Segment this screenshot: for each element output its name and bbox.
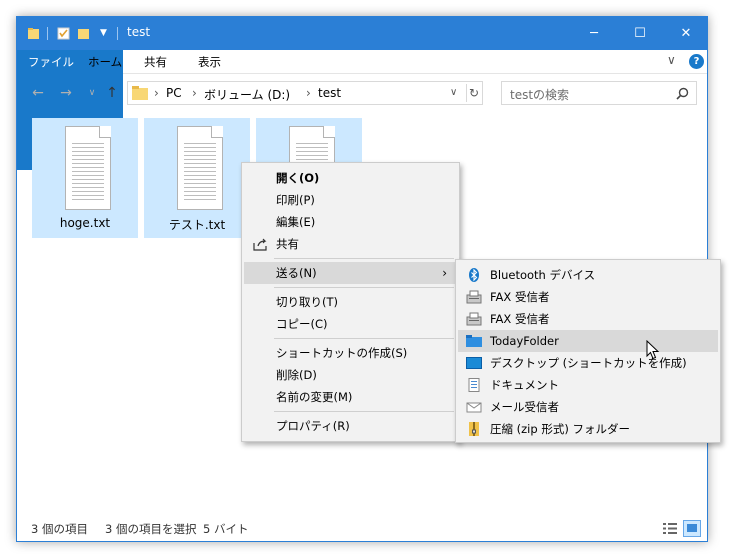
title-bar: ▼ test ─ ☐ ✕ xyxy=(17,17,707,50)
tab-share[interactable]: 共有 xyxy=(133,50,178,74)
properties-icon[interactable] xyxy=(57,27,70,40)
address-bar[interactable]: › PC › ボリューム (D:) › test ∨ ↻ xyxy=(127,81,483,105)
documents-icon xyxy=(468,378,480,392)
details-view-icon[interactable] xyxy=(662,521,678,536)
ribbon-expand-icon[interactable]: ∨ xyxy=(667,53,676,67)
bluetooth-icon xyxy=(469,268,479,282)
selection-count: 3 個の項目を選択 xyxy=(105,522,197,536)
selection-size: 5 バイト xyxy=(203,522,249,536)
window-title: test xyxy=(127,25,151,39)
send-to-submenu: Bluetooth デバイス FAX 受信者 FAX 受信者 TodayFold… xyxy=(455,259,721,443)
recent-chevron-icon[interactable]: ∨ xyxy=(83,83,101,103)
fax-icon xyxy=(466,312,482,326)
search-placeholder: testの検索 xyxy=(510,88,570,102)
context-menu: 開く(O) 印刷(P) 編集(E) 共有 送る(N) › 切り取り(T) コピー… xyxy=(241,162,460,442)
file-item[interactable]: hoge.txt xyxy=(32,118,138,238)
submenu-item-fax[interactable]: FAX 受信者 xyxy=(458,286,718,308)
tab-view[interactable]: 表示 xyxy=(187,50,232,74)
large-icons-view-icon[interactable] xyxy=(683,520,701,537)
search-icon[interactable] xyxy=(676,87,689,100)
up-arrow-icon[interactable]: ↑ xyxy=(103,83,121,103)
submenu-item-desktop[interactable]: デスクトップ (ショートカットを作成) xyxy=(458,352,718,374)
submenu-item-zip[interactable]: 圧縮 (zip 形式) フォルダー xyxy=(458,418,718,440)
mail-icon xyxy=(466,402,482,413)
help-icon[interactable]: ? xyxy=(689,54,704,69)
folder-icon xyxy=(466,335,482,347)
file-name: hoge.txt xyxy=(59,216,111,230)
submenu-item-bluetooth[interactable]: Bluetooth デバイス xyxy=(458,264,718,286)
submenu-item-fax[interactable]: FAX 受信者 xyxy=(458,308,718,330)
folder-icon[interactable] xyxy=(27,27,40,40)
text-file-icon xyxy=(65,126,111,210)
menu-item-copy[interactable]: コピー(C) xyxy=(244,313,457,335)
menu-separator xyxy=(274,287,454,288)
menu-item-delete[interactable]: 削除(D) xyxy=(244,364,457,386)
breadcrumb-separator[interactable]: › xyxy=(154,86,159,100)
submenu-item-documents[interactable]: ドキュメント xyxy=(458,374,718,396)
address-dropdown-icon[interactable]: ∨ xyxy=(450,87,457,98)
menu-item-print[interactable]: 印刷(P) xyxy=(244,189,457,211)
status-bar: 3 個の項目 3 個の項目を選択 5 バイト xyxy=(17,517,707,541)
separator xyxy=(47,27,48,40)
forward-arrow-icon[interactable]: → xyxy=(57,83,75,103)
minimize-button[interactable]: ─ xyxy=(571,17,617,50)
back-arrow-icon[interactable]: ← xyxy=(29,83,47,103)
submenu-arrow-icon: › xyxy=(442,266,447,280)
maximize-button[interactable]: ☐ xyxy=(617,17,663,50)
tab-home[interactable]: ホーム xyxy=(77,50,133,74)
menu-item-share[interactable]: 共有 xyxy=(244,233,457,255)
separator xyxy=(117,27,118,40)
menu-separator xyxy=(274,338,454,339)
breadcrumb-test[interactable]: test xyxy=(318,86,341,100)
ribbon-tabs: ファイル ホーム 共有 表示 ∨ ? xyxy=(17,50,707,170)
new-folder-icon[interactable] xyxy=(77,27,90,40)
breadcrumb-separator[interactable]: › xyxy=(306,86,311,100)
submenu-item-mail[interactable]: メール受信者 xyxy=(458,396,718,418)
menu-item-open[interactable]: 開く(O) xyxy=(244,167,457,189)
desktop-icon xyxy=(466,357,482,369)
file-name: テスト.txt xyxy=(168,218,226,232)
menu-item-create-shortcut[interactable]: ショートカットの作成(S) xyxy=(244,342,457,364)
menu-separator xyxy=(274,258,454,259)
text-file-icon xyxy=(177,126,223,210)
close-button[interactable]: ✕ xyxy=(663,17,707,50)
navigation-bar: ← → ∨ ↑ › PC › ボリューム (D:) › test ∨ ↻ tes… xyxy=(17,75,707,111)
menu-item-send-to[interactable]: 送る(N) › xyxy=(244,262,457,284)
share-icon xyxy=(253,238,267,251)
menu-item-cut[interactable]: 切り取り(T) xyxy=(244,291,457,313)
zip-folder-icon xyxy=(469,422,479,436)
menu-item-properties[interactable]: プロパティ(R) xyxy=(244,415,457,437)
file-item[interactable]: テスト.txt xyxy=(144,118,250,238)
mouse-cursor-icon xyxy=(646,340,660,360)
breadcrumb-volume[interactable]: ボリューム (D:) xyxy=(204,86,290,103)
menu-separator xyxy=(274,411,454,412)
folder-icon xyxy=(132,86,148,100)
menu-item-rename[interactable]: 名前の変更(M) xyxy=(244,386,457,408)
search-input[interactable]: testの検索 xyxy=(501,81,697,105)
menu-item-edit[interactable]: 編集(E) xyxy=(244,211,457,233)
separator xyxy=(466,84,467,102)
refresh-icon[interactable]: ↻ xyxy=(469,86,479,100)
chevron-down-icon[interactable]: ▼ xyxy=(97,27,110,40)
fax-icon xyxy=(466,290,482,304)
item-count: 3 個の項目 xyxy=(31,522,88,536)
submenu-item-todayfolder[interactable]: TodayFolder xyxy=(458,330,718,352)
breadcrumb-separator[interactable]: › xyxy=(192,86,197,100)
breadcrumb-pc[interactable]: PC xyxy=(166,86,182,100)
